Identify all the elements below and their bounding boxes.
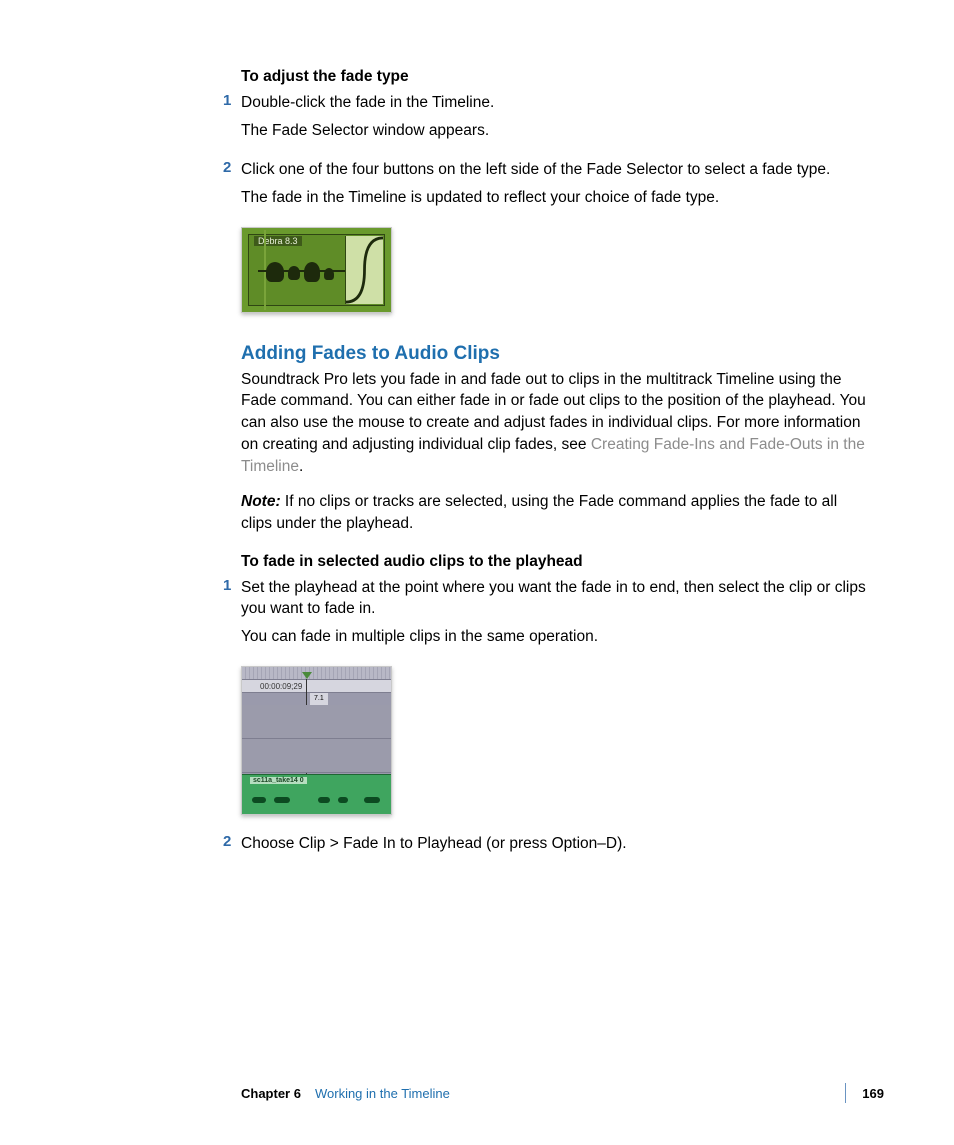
step-subtext: The Fade Selector window appears. bbox=[241, 120, 866, 142]
step-text: Choose Clip > Fade In to Playhead (or pr… bbox=[241, 833, 866, 855]
secondary-timecode: 7.1 bbox=[310, 693, 328, 705]
chapter-title: Working in the Timeline bbox=[315, 1086, 829, 1101]
step-text: Double-click the fade in the Timeline. bbox=[241, 92, 866, 114]
step-number: 1 bbox=[223, 92, 231, 109]
page-number: 169 bbox=[862, 1086, 884, 1101]
clip-label: Debra 8.3 bbox=[254, 236, 302, 246]
step-number: 2 bbox=[223, 833, 231, 850]
step-subtext: The fade in the Timeline is updated to r… bbox=[241, 187, 866, 209]
footer-separator bbox=[845, 1083, 846, 1103]
audio-clip-label: sc11a_take14 0 bbox=[250, 777, 307, 784]
figure-fade-clip: Debra 8.3 bbox=[241, 227, 392, 313]
subheading-fade-in-clips: To fade in selected audio clips to the p… bbox=[241, 553, 866, 571]
step-subtext: You can fade in multiple clips in the sa… bbox=[241, 626, 866, 648]
chapter-label: Chapter 6 bbox=[241, 1086, 301, 1101]
note-text: If no clips or tracks are selected, usin… bbox=[241, 493, 837, 532]
step-number: 2 bbox=[223, 159, 231, 176]
timecode-label: 00:00:09;29 bbox=[242, 679, 391, 693]
step-number: 1 bbox=[223, 577, 231, 594]
step-text: Set the playhead at the point where you … bbox=[241, 577, 866, 620]
figure-timeline: 00:00:09;29 7.1 sc11a_take14 0 bbox=[241, 666, 392, 815]
note: Note: If no clips or tracks are selected… bbox=[241, 491, 866, 534]
paragraph: Soundtrack Pro lets you fade in and fade… bbox=[241, 369, 866, 477]
section-heading-adding-fades: Adding Fades to Audio Clips bbox=[241, 343, 866, 365]
note-label: Note: bbox=[241, 493, 281, 510]
subheading-adjust-fade-type: To adjust the fade type bbox=[241, 68, 866, 86]
page-footer: Chapter 6 Working in the Timeline 169 bbox=[241, 1083, 884, 1103]
fade-curve-icon bbox=[345, 236, 383, 304]
step-text: Click one of the four buttons on the lef… bbox=[241, 159, 866, 181]
paragraph-text-end: . bbox=[299, 458, 303, 475]
playhead-marker-icon bbox=[302, 672, 312, 679]
